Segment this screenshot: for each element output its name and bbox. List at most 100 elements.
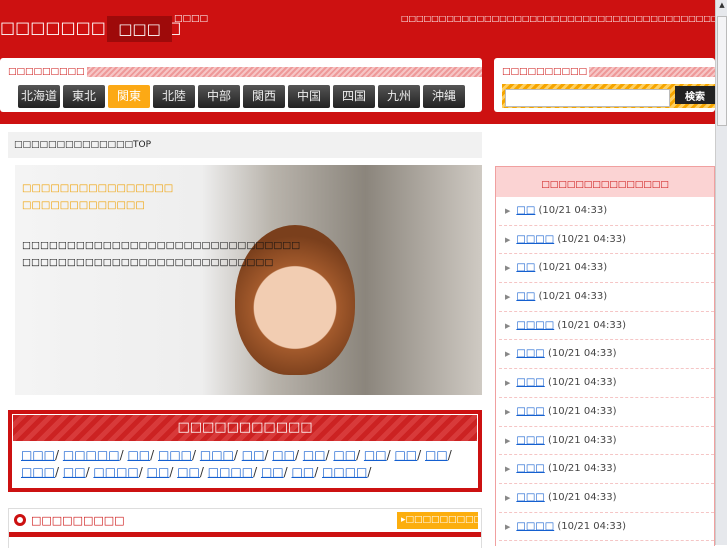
sidebar-title: □□□□□□□□□□□□□□□ <box>496 167 714 197</box>
item-link[interactable]: □□□ <box>516 435 544 446</box>
category-link[interactable]: □□ <box>177 465 200 479</box>
category-link[interactable]: □□ <box>147 465 170 479</box>
region-button[interactable]: 東北 <box>63 85 105 108</box>
header-badge: □□□ <box>107 16 172 42</box>
item-link[interactable]: □□□□ <box>516 234 554 245</box>
category-link[interactable]: □□ <box>425 448 448 462</box>
header-note: □□□□ <box>174 14 209 24</box>
section-more-button[interactable]: ▸□□□□□□□□□□□ <box>397 512 478 529</box>
category-link[interactable]: □□ <box>364 448 387 462</box>
category-link[interactable]: □□□□ <box>93 465 138 479</box>
item-time: (10/21 04:33) <box>557 319 626 331</box>
search-label: □□□□□□□□□□ <box>502 67 715 77</box>
item-link[interactable]: □□□□ <box>516 521 554 532</box>
category-link[interactable]: □□ <box>242 448 265 462</box>
item-link[interactable]: □□ <box>516 262 535 273</box>
category-link[interactable]: □□ <box>261 465 284 479</box>
section-divider <box>9 532 481 537</box>
separator: / <box>55 448 63 462</box>
header: □□□□□□□□□□□□ □□□ □□□□ □□□□□□□□□□□□□□□□□□… <box>0 0 727 124</box>
category-link[interactable]: □□□ <box>200 448 234 462</box>
separator: / <box>314 465 323 479</box>
hero-headline-2: □□□□□□□□□□□□□ <box>22 200 145 211</box>
separator: / <box>150 448 158 462</box>
category-link[interactable]: □□ <box>63 465 86 479</box>
item-time: (10/21 04:33) <box>557 233 626 245</box>
item-time: (10/21 04:33) <box>557 520 626 532</box>
section-title: □□□□□□□□□ <box>31 514 125 527</box>
item-time: (10/21 04:33) <box>547 463 617 475</box>
region-button[interactable]: 沖縄 <box>423 85 465 108</box>
list-item: ▶ □□ (10/21 04:33) <box>499 283 714 312</box>
region-panel: □□□□□□□□□ 北海道 東北 関東 北陸 中部 関西 中国 四国 九州 沖縄 <box>0 58 482 112</box>
separator: / <box>283 465 292 479</box>
category-link[interactable]: □□□□□ <box>63 448 120 462</box>
separator: / <box>233 448 242 462</box>
category-link[interactable]: □□□ <box>158 448 192 462</box>
category-link[interactable]: □□□ <box>21 465 55 479</box>
item-link[interactable]: □□□ <box>516 463 544 474</box>
breadcrumb: □□□□□□□□□□□□□□TOP <box>8 132 482 158</box>
list-item: ▶ □□□ (10/21 04:33) <box>499 427 714 456</box>
item-link[interactable]: □□□ <box>516 377 544 388</box>
region-button[interactable]: 中国 <box>288 85 330 108</box>
hero-text-1: □□□□□□□□□□□□□□□□□□□□□□□□□□□□□□□ <box>22 240 301 251</box>
category-links: □□□/ □□□□□/ □□/ □□□/ □□□/ □□/ □□/ □□/ □□… <box>12 442 478 486</box>
region-button[interactable]: 北陸 <box>153 85 195 108</box>
item-link[interactable]: □□□□ <box>516 320 554 331</box>
search-input[interactable] <box>505 88 670 107</box>
separator: / <box>55 465 63 479</box>
list-item: ▶ □□□□ (10/21 04:33) <box>499 513 714 542</box>
category-link[interactable]: □□□ <box>21 448 55 462</box>
list-item: ▶ □□ (10/21 04:33) <box>499 197 714 226</box>
item-link[interactable]: □□ <box>516 205 535 216</box>
hero-banner: □□□□□□□□□□□□□□□□ □□□□□□□□□□□□□ □□□□□□□□□… <box>15 165 482 395</box>
region-button[interactable]: 北海道 <box>18 85 60 108</box>
region-button[interactable]: 四国 <box>333 85 375 108</box>
item-time: (10/21 04:33) <box>547 491 617 503</box>
arrow-icon: ▶ <box>505 293 511 302</box>
category-link[interactable]: □□□□ <box>322 465 367 479</box>
hero-text-2: □□□□□□□□□□□□□□□□□□□□□□□□□□□□ <box>22 257 274 268</box>
region-button[interactable]: 九州 <box>378 85 420 108</box>
item-link[interactable]: □□□ <box>516 406 544 417</box>
arrow-icon: ▶ <box>505 321 511 330</box>
search-button[interactable]: 検索 <box>675 86 715 104</box>
list-item: ▶ □□□ (10/21 04:33) <box>499 484 714 513</box>
arrow-icon: ▶ <box>505 493 511 502</box>
arrow-icon: ▶ <box>505 379 511 388</box>
scroll-thumb[interactable] <box>717 16 727 126</box>
list-item: ▶ □□□ (10/21 04:33) <box>499 398 714 427</box>
hero-headline-1: □□□□□□□□□□□□□□□□ <box>22 183 174 194</box>
list-item: ▶ □□□□ (10/21 04:33) <box>499 312 714 341</box>
category-link[interactable]: □□ <box>272 448 295 462</box>
category-link[interactable]: □□ <box>303 448 326 462</box>
region-button[interactable]: 中部 <box>198 85 240 108</box>
category-link[interactable]: □□ <box>333 448 356 462</box>
arrow-icon: ▶ <box>505 350 511 359</box>
category-link[interactable]: □□ <box>127 448 150 462</box>
category-link[interactable]: □□□□ <box>208 465 253 479</box>
region-button[interactable]: 関東 <box>108 85 150 108</box>
item-link[interactable]: □□ <box>516 291 535 302</box>
arrow-icon: ▶ <box>505 264 511 273</box>
category-title: □□□□□□□□□□□ <box>13 415 477 441</box>
region-buttons: 北海道 東北 関東 北陸 中部 関西 中国 四国 九州 沖縄 <box>18 85 465 108</box>
region-button[interactable]: 関西 <box>243 85 285 108</box>
arrow-icon: ▶ <box>505 207 511 215</box>
category-link[interactable]: □□ <box>292 465 315 479</box>
scroll-up-icon[interactable]: ▲ <box>717 1 727 14</box>
tagline: □□□□□□□□□□□□□□□□□□□□□□□□□□□□□□□□□□□□□□□□… <box>401 14 727 23</box>
item-time: (10/21 04:33) <box>547 377 617 389</box>
list-item: ▶ □□□ (10/21 04:33) <box>499 340 714 370</box>
separator: / <box>417 448 426 462</box>
arrow-icon: ▶ <box>505 465 511 474</box>
category-link[interactable]: □□ <box>394 448 417 462</box>
scrollbar[interactable]: ▲ <box>715 0 727 545</box>
search-panel: □□□□□□□□□□ 検索 <box>494 58 715 112</box>
item-link[interactable]: □□□ <box>516 348 544 359</box>
item-link[interactable]: □□□ <box>516 492 544 503</box>
search-box: 検索 <box>502 84 715 108</box>
separator: / <box>192 448 200 462</box>
item-time: (10/21 04:33) <box>547 348 617 360</box>
